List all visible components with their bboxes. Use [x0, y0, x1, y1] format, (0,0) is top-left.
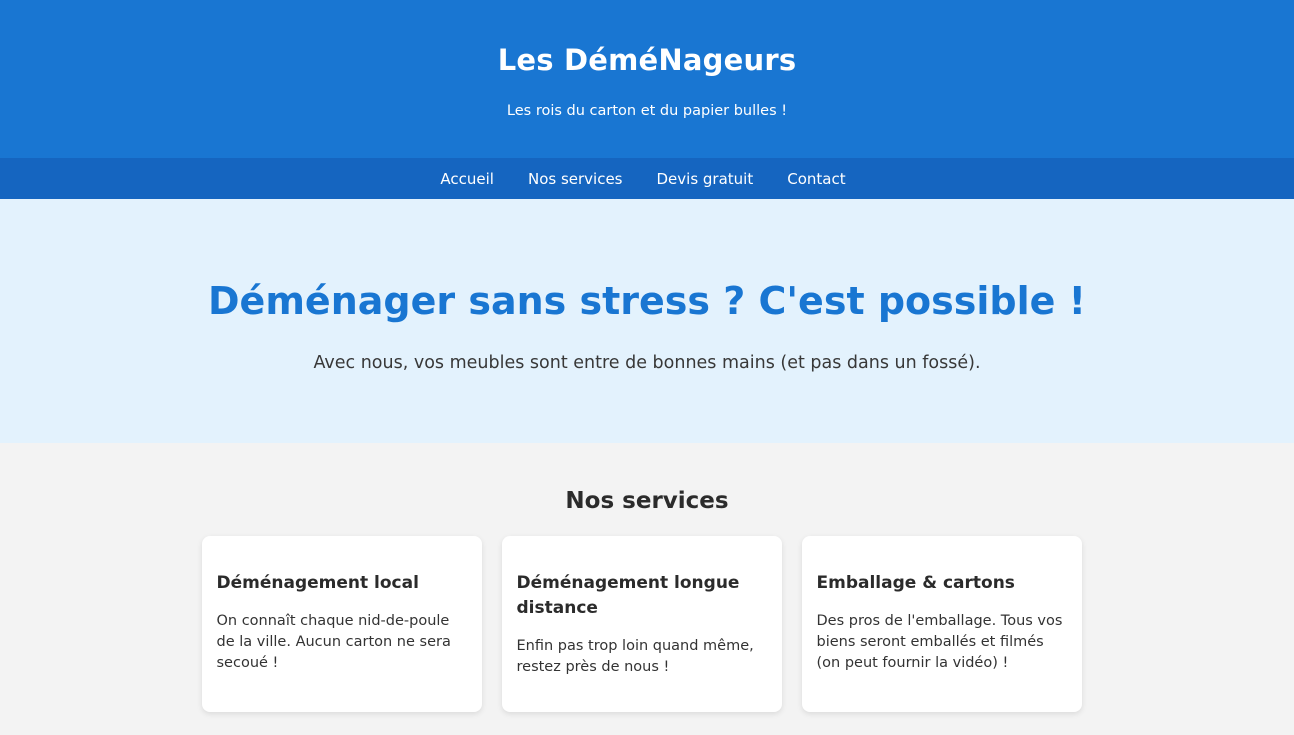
site-header: Les DéméNageurs Les rois du carton et du… [0, 0, 1294, 158]
service-card-local: Déménagement local On connaît chaque nid… [201, 536, 482, 712]
services-title: Nos services [565, 488, 729, 514]
service-card-title: Déménagement longue distance [516, 573, 740, 618]
services-section: Nos services Déménagement local On conna… [0, 443, 1294, 712]
hero-section: Déménager sans stress ? C'est possible !… [0, 199, 1294, 443]
nav-link-nos-services[interactable]: Nos services [528, 169, 623, 189]
site-tagline: Les rois du carton et du papier bulles ! [506, 103, 788, 119]
service-card-title: Emballage & cartons [816, 573, 1015, 593]
service-card-text: Enfin pas trop loin quand même, restez p… [516, 638, 754, 675]
service-card-text: On connaît chaque nid-de-poule de la vil… [216, 613, 451, 671]
nav-link-devis-gratuit[interactable]: Devis gratuit [657, 169, 754, 189]
service-card-title: Déménagement local [216, 573, 419, 593]
service-card-text: Des pros de l'emballage. Tous vos biens … [816, 613, 1063, 671]
service-cards: Déménagement local On connaît chaque nid… [0, 536, 1294, 712]
hero-title: Déménager sans stress ? C'est possible ! [208, 279, 1086, 323]
nav-link-contact[interactable]: Contact [787, 169, 845, 189]
service-card-long-distance: Déménagement longue distance Enfin pas t… [501, 536, 782, 712]
site-title: Les DéméNageurs [497, 43, 797, 77]
main-nav: Accueil Nos services Devis gratuit Conta… [0, 158, 1294, 199]
service-card-packing: Emballage & cartons Des pros de l'emball… [801, 536, 1082, 712]
hero-text: Avec nous, vos meubles sont entre de bon… [313, 353, 981, 373]
nav-link-accueil[interactable]: Accueil [440, 169, 494, 189]
